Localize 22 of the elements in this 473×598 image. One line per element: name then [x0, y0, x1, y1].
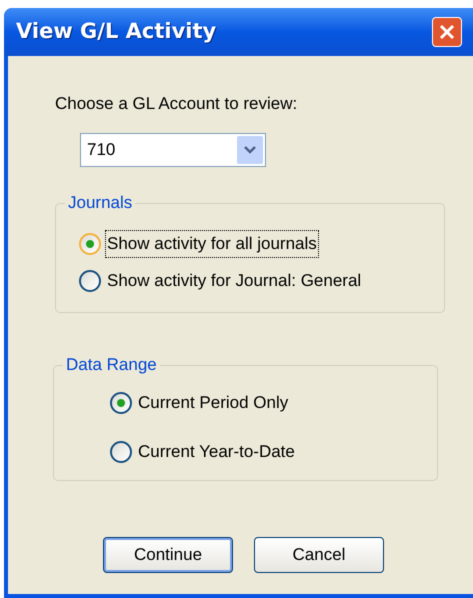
close-icon — [439, 24, 455, 40]
dropdown-button[interactable] — [237, 136, 263, 164]
chevron-down-icon — [244, 146, 256, 154]
radio-label: Show activity for Journal: General — [106, 270, 362, 292]
radio-option[interactable]: Show activity for all journals — [79, 228, 444, 260]
dialog-button[interactable]: Continue — [103, 536, 233, 572]
radio-label: Current Period Only — [137, 392, 290, 414]
account-value: 710 — [87, 138, 116, 161]
radio-label: Current Year-to-Date — [137, 441, 296, 464]
radio-option[interactable]: Current Period Only — [110, 381, 437, 425]
radio-button[interactable] — [110, 441, 132, 463]
dialog-button[interactable]: Cancel — [254, 536, 384, 572]
radio-button[interactable] — [79, 233, 101, 255]
radio-option[interactable]: Show activity for Journal: General — [79, 265, 444, 297]
close-button[interactable] — [432, 17, 462, 47]
radio-option[interactable]: Current Year-to-Date — [110, 430, 437, 474]
account-dropdown[interactable]: 710 — [80, 132, 266, 166]
radio-button[interactable] — [79, 270, 101, 292]
radio-button[interactable] — [110, 392, 132, 414]
account-label: Choose a GL Account to review: — [55, 93, 298, 115]
window-title: View G/L Activity — [16, 18, 216, 46]
radio-label: Show activity for all journals — [106, 231, 318, 257]
